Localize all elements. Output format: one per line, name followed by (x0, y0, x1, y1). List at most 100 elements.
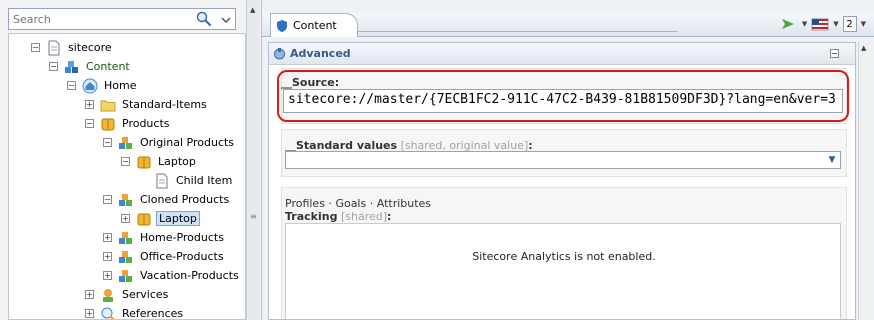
chevron-down-icon[interactable]: ▼ (861, 20, 866, 28)
collapse-toggle[interactable]: − (49, 62, 58, 71)
search-box[interactable] (8, 8, 236, 30)
collapse-toggle[interactable]: − (85, 119, 94, 128)
tree-item-label: Content (86, 60, 130, 73)
expand-toggle[interactable]: + (85, 290, 94, 299)
product-box-icon (101, 118, 115, 130)
version-number[interactable]: 2 (842, 16, 857, 32)
tracking-meta: [shared] (340, 210, 388, 223)
collapse-toggle[interactable]: − (103, 138, 112, 147)
content-shield-icon (277, 19, 287, 32)
document-icon (48, 40, 60, 55)
services-icon (103, 288, 113, 302)
content-tree-pane: − sitecore − Content − Hom (0, 0, 262, 320)
tree-item-references[interactable]: + References (85, 304, 185, 320)
tree-item-label: Office-Products (140, 250, 224, 263)
tree-item-original-products[interactable]: − Original Products (103, 133, 236, 152)
tree-item-label: Services (122, 288, 169, 301)
advanced-section-icon (274, 48, 285, 60)
tree-item-home-products[interactable]: + Home-Products (103, 228, 226, 247)
scroll-up-icon[interactable]: ▲ (861, 44, 866, 52)
editor-toolbar: ▼ ▼ 2 ▼ (780, 15, 866, 33)
tree-item-laptop[interactable]: − Laptop (121, 152, 198, 171)
tree-item-products[interactable]: − Products (85, 114, 172, 133)
tree-item-office-products[interactable]: + Office-Products (103, 247, 226, 266)
tracking-label-row: Tracking [shared]: (285, 210, 391, 223)
tree-item-label: Home-Products (140, 231, 224, 244)
source-field[interactable]: sitecore://master/{7ECB1FC2-911C-47C2-B4… (283, 89, 843, 113)
tracking-field: Sitecore Analytics is not enabled. (285, 223, 841, 319)
cubes-icon (119, 231, 132, 244)
editor-pane: Content ▼ ▼ 2 ▼ Advanced − __Source: sit… (262, 0, 874, 320)
cubes-icon (119, 269, 132, 282)
expand-toggle[interactable]: + (85, 309, 94, 318)
product-box-icon (137, 213, 151, 225)
chevron-down-icon[interactable]: ▼ (802, 20, 807, 28)
tree-item-cloned-products[interactable]: − Cloned Products (103, 190, 231, 209)
tree-item-label: Original Products (140, 136, 235, 149)
expand-toggle[interactable]: + (103, 233, 112, 242)
content-editor: Advanced − __Source: sitecore://master/{… (268, 42, 856, 320)
tree-item-label: References (122, 307, 184, 320)
tree-item-services[interactable]: + Services (85, 285, 170, 304)
profiles-link[interactable]: Profiles (285, 197, 325, 210)
collapse-toggle[interactable]: − (67, 81, 76, 90)
tree-item-label: Laptop (158, 155, 196, 168)
tab-content[interactable]: Content (270, 13, 358, 37)
tab-label: Content (293, 19, 337, 32)
editor-scrollbar[interactable]: ▲ (858, 42, 870, 320)
tree-item-label: Child Item (176, 174, 233, 187)
chevron-down-icon[interactable]: ▼ (833, 20, 838, 28)
document-icon (156, 173, 168, 188)
label-colon: : (387, 210, 392, 223)
tree-item-label: Cloned Products (140, 193, 230, 206)
section-header-advanced[interactable]: Advanced − (269, 43, 855, 65)
search-icon[interactable] (195, 11, 213, 27)
editor-tab-bar: Content ▼ ▼ 2 ▼ (262, 13, 874, 37)
tree-item-label: Home (104, 79, 137, 92)
cubes-icon (119, 250, 132, 263)
section-title: Advanced (290, 47, 351, 60)
tree-item-label: sitecore (68, 41, 112, 54)
chevron-down-icon[interactable]: ▼ (826, 154, 838, 166)
content-tree: − sitecore − Content − Home + Standard-I… (8, 33, 246, 320)
tree-item-label: Products (122, 117, 170, 130)
collapse-toggle[interactable]: − (121, 157, 130, 166)
collapse-section-button[interactable]: − (830, 49, 839, 58)
tracking-label: Tracking (285, 210, 338, 223)
expand-toggle[interactable]: + (121, 214, 130, 223)
tree-item-home[interactable]: − Home (67, 76, 138, 95)
expand-toggle[interactable]: + (103, 252, 112, 261)
tree-item-sitecore[interactable]: − sitecore (31, 38, 114, 57)
language-flag-icon[interactable] (811, 15, 829, 33)
splitter-grip-icon[interactable]: ≡ (250, 212, 257, 221)
expand-toggle[interactable]: + (85, 100, 94, 109)
collapse-toggle[interactable]: − (31, 43, 40, 52)
tree-item-content[interactable]: − Content (49, 57, 132, 76)
scroll-up-icon[interactable]: ▲ (250, 6, 255, 14)
cubes-icon (119, 193, 132, 206)
collapse-toggle[interactable]: − (103, 195, 112, 204)
separator: · (366, 197, 377, 210)
separator: · (324, 197, 336, 210)
chevron-down-icon[interactable] (221, 16, 231, 24)
search-input[interactable] (13, 12, 193, 27)
pane-splitter[interactable]: ▲ ≡ (246, 0, 260, 320)
attributes-link[interactable]: Attributes (377, 197, 431, 210)
tree-item-vacation-products[interactable]: + Vacation-Products (103, 266, 241, 285)
content-cubes-icon (65, 60, 78, 73)
expand-toggle[interactable]: + (103, 271, 112, 280)
home-icon (82, 78, 98, 93)
references-icon (101, 307, 115, 319)
tree-item-label: Standard-Items (122, 98, 207, 111)
standard-values-select[interactable]: ▼ (285, 151, 841, 169)
tree-item-child-item[interactable]: Child Item (154, 171, 234, 190)
goals-link[interactable]: Goals (335, 197, 366, 210)
tree-item-laptop-clone[interactable]: + Laptop (121, 209, 200, 228)
source-label: __Source: (281, 76, 340, 89)
product-box-icon (137, 156, 151, 168)
tab-divider (357, 31, 677, 37)
tree-item-label: Laptop (156, 211, 200, 226)
cubes-icon (119, 136, 132, 149)
tree-item-standard-items[interactable]: + Standard-Items (85, 95, 209, 114)
navigate-arrow-icon[interactable] (780, 15, 798, 33)
